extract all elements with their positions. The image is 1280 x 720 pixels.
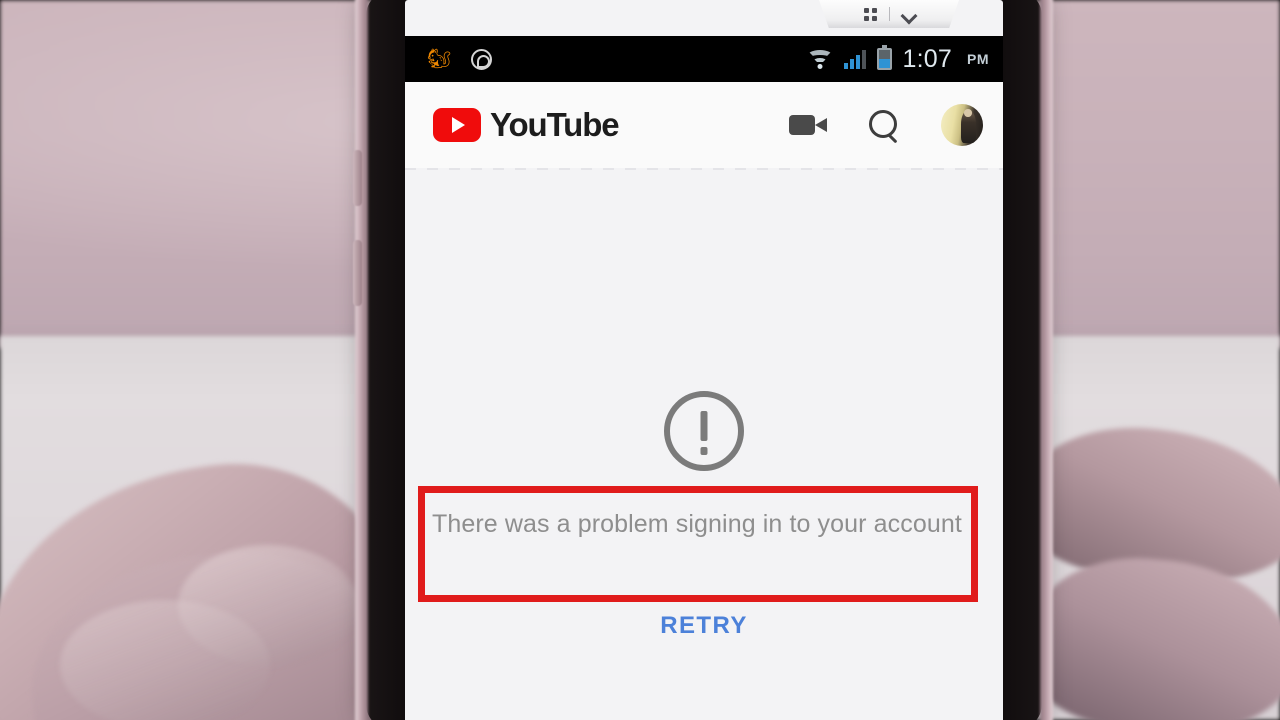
exclamation-circle-icon xyxy=(664,391,744,471)
exclamation-dot xyxy=(700,447,708,455)
exclamation-bar xyxy=(700,411,708,441)
retry-button[interactable]: RETRY xyxy=(660,612,747,640)
status-bar-notifications: 🐿 xyxy=(427,48,493,70)
fullscreen-grid-icon[interactable] xyxy=(863,7,877,21)
status-bar-clock: 1:07 xyxy=(902,44,952,73)
status-bar-system-icons: 1:07 PM xyxy=(806,44,989,74)
signin-error-state: There was a problem signing in to your a… xyxy=(405,171,1003,720)
camera-upload-icon[interactable] xyxy=(789,113,827,137)
cellular-signal-icon xyxy=(843,49,866,69)
phone-device: 🐿 1:07 PM YouTube There was a problem si… xyxy=(353,0,1053,720)
toolbar-divider xyxy=(888,7,890,21)
scene-photo: 🐿 1:07 PM YouTube There was a problem si… xyxy=(0,0,1280,720)
account-avatar[interactable] xyxy=(941,104,983,146)
error-message: There was a problem signing in to your a… xyxy=(432,510,962,538)
chevron-down-icon[interactable] xyxy=(902,8,915,21)
avatar-head xyxy=(964,109,972,117)
volume-down-button[interactable] xyxy=(353,240,362,306)
wifi-icon xyxy=(806,49,833,69)
status-bar-ampm: PM xyxy=(967,51,989,67)
volume-up-button[interactable] xyxy=(353,150,362,206)
battery-icon xyxy=(876,45,892,70)
youtube-wordmark: YouTube xyxy=(490,106,620,143)
header-actions xyxy=(789,104,983,146)
phone-left-edge xyxy=(355,0,368,720)
phone-right-edge xyxy=(1040,0,1053,720)
youtube-play-icon xyxy=(433,108,481,142)
squirrel-app-icon: 🐿 xyxy=(427,48,452,70)
whatsapp-icon xyxy=(471,48,493,70)
phone-screen: 🐿 1:07 PM YouTube There was a problem si… xyxy=(405,0,1003,720)
android-status-bar: 🐿 1:07 PM xyxy=(405,36,1003,82)
youtube-logo[interactable]: YouTube xyxy=(433,106,620,144)
search-icon[interactable] xyxy=(869,110,899,140)
left-hand-knuckle-2 xyxy=(60,600,270,720)
youtube-app-header: YouTube xyxy=(405,82,1003,168)
screen-recorder-toolbar[interactable] xyxy=(819,0,959,28)
